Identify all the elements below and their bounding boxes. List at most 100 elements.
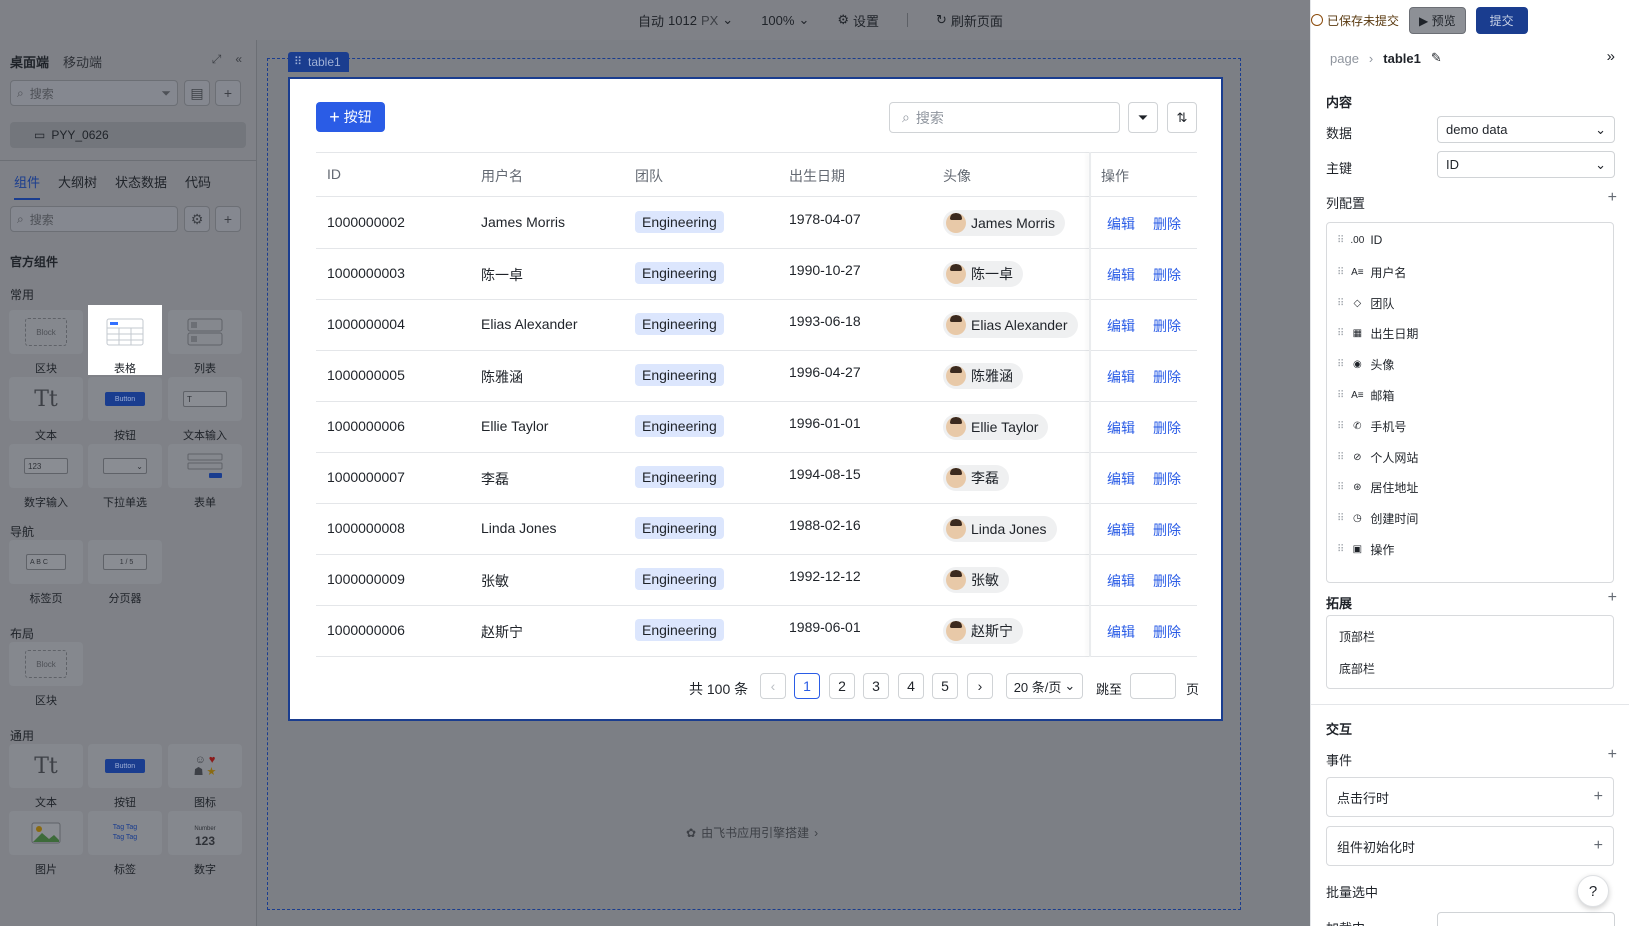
sort-button[interactable]: ⇅ <box>1167 102 1197 133</box>
column-header-username[interactable]: 用户名 <box>481 166 523 186</box>
delete-link[interactable]: 删除 <box>1153 520 1181 540</box>
component-pagination[interactable]: 1 / 5 分页器 <box>88 540 162 606</box>
table-row[interactable]: 1000000006 赵斯宁 Engineering 1989-06-01 赵斯宁 编辑删… <box>316 606 1197 657</box>
add-extension-icon[interactable]: + <box>1608 589 1617 607</box>
collapse-left-icon[interactable]: « <box>235 52 242 67</box>
table-row[interactable]: 1000000006 Ellie Taylor Engineering 1996-01… <box>316 402 1197 453</box>
component-general-button[interactable]: Button 按钮 <box>88 744 162 810</box>
column-header-id[interactable]: ID <box>327 166 341 182</box>
table-row[interactable]: 1000000005 陈雅涵 Engineering 1996-04-27 陈雅涵 编辑删… <box>316 351 1197 402</box>
loading-input[interactable] <box>1437 912 1615 926</box>
table-row[interactable]: 1000000008 Linda Jones Engineering 1988-02-… <box>316 504 1197 555</box>
drag-handle-icon[interactable]: ⠿ <box>1337 298 1344 309</box>
tab-state-data[interactable]: 状态数据 <box>115 172 167 191</box>
column-config-item[interactable]: ⠿ ▦ 出生日期 <box>1337 325 1418 342</box>
column-header-birthdate[interactable]: 出生日期 <box>789 166 845 186</box>
page-button-4[interactable]: 4 <box>898 673 924 699</box>
help-button[interactable]: ? <box>1577 875 1609 907</box>
settings-button[interactable]: ⚙ 设置 <box>837 11 879 30</box>
jump-page-input[interactable] <box>1130 673 1176 699</box>
component-button[interactable]: Button 按钮 <box>88 377 162 443</box>
refresh-page-button[interactable]: ↻ 刷新页面 <box>936 11 1003 30</box>
edit-link[interactable]: 编辑 <box>1107 520 1135 540</box>
extension-top-bar[interactable]: 顶部栏 <box>1339 628 1375 645</box>
component-form[interactable]: 表单 <box>168 444 242 510</box>
component-table[interactable]: 表格 <box>88 305 162 375</box>
prev-page-button[interactable]: ‹ <box>760 673 786 699</box>
edit-link[interactable]: 编辑 <box>1107 214 1135 234</box>
component-number[interactable]: Number 123 数字 <box>168 811 242 877</box>
delete-link[interactable]: 删除 <box>1153 571 1181 591</box>
drag-handle-icon[interactable]: ⠿ <box>1337 359 1344 370</box>
tab-outline[interactable]: 大纲树 <box>58 172 97 191</box>
tab-desktop[interactable]: 桌面端 <box>10 52 49 71</box>
delete-link[interactable]: 删除 <box>1153 469 1181 489</box>
filter-icon[interactable]: ⏷ <box>161 86 171 101</box>
column-config-item[interactable]: ⠿ ▣ 操作 <box>1337 541 1394 558</box>
column-config-item[interactable]: ⠿ A≡ 邮箱 <box>1337 387 1394 404</box>
breadcrumb-root[interactable]: page <box>1330 51 1359 66</box>
data-source-select[interactable]: demo data ⌄ <box>1437 116 1615 143</box>
submit-button[interactable]: 提交 <box>1475 6 1528 34</box>
table-row[interactable]: 1000000002 James Morris Engineering 1978-04… <box>316 198 1197 249</box>
page-button-3[interactable]: 3 <box>863 673 889 699</box>
component-text-input[interactable]: T 文本输入 <box>168 377 242 443</box>
drag-handle-icon[interactable]: ⠿ <box>1337 544 1344 555</box>
drag-handle-icon[interactable]: ⠿ <box>1337 390 1344 401</box>
column-config-item[interactable]: ⠿ A≡ 用户名 <box>1337 264 1406 281</box>
event-row-click[interactable]: 点击行时 + <box>1326 777 1614 817</box>
add-page-button[interactable]: + <box>215 80 241 106</box>
page-button-5[interactable]: 5 <box>932 673 958 699</box>
drag-handle-icon[interactable]: ⠿ <box>1337 452 1344 463</box>
extension-bottom-bar[interactable]: 底部栏 <box>1339 660 1375 677</box>
component-tag[interactable]: Tag Tag Tag Tag 标签 <box>88 811 162 877</box>
expand-icon[interactable]: ⤢ <box>212 52 222 67</box>
component-icon[interactable]: ☺ ♥ ☗ ★ 图标 <box>168 744 242 810</box>
table-row[interactable]: 1000000004 Elias Alexander Engineering 1993… <box>316 300 1197 351</box>
drag-handle-icon[interactable]: ⠿ <box>1337 235 1344 246</box>
edit-link[interactable]: 编辑 <box>1107 469 1135 489</box>
column-config-item[interactable]: ⠿ ◉ 头像 <box>1337 356 1394 373</box>
component-image[interactable]: 图片 <box>9 811 83 877</box>
add-column-icon[interactable]: + <box>1608 189 1617 207</box>
tab-components[interactable]: 组件 <box>14 172 41 200</box>
plus-icon[interactable]: + <box>1594 788 1603 806</box>
column-header-avatar[interactable]: 头像 <box>943 166 971 186</box>
tab-mobile[interactable]: 移动端 <box>63 52 102 71</box>
next-page-button[interactable]: › <box>967 673 993 699</box>
edit-link[interactable]: 编辑 <box>1107 622 1135 642</box>
edit-link[interactable]: 编辑 <box>1107 367 1135 387</box>
page-size-select[interactable]: 20 条/页 ⌄ <box>1006 673 1083 699</box>
delete-link[interactable]: 删除 <box>1153 214 1181 234</box>
edit-link[interactable]: 编辑 <box>1107 316 1135 336</box>
component-dropdown[interactable]: ⌄ 下拉单选 <box>88 444 162 510</box>
add-button[interactable]: + 按钮 <box>316 102 385 132</box>
edit-icon[interactable]: ✎ <box>1431 50 1442 66</box>
column-config-item[interactable]: ⠿ ◇ 团队 <box>1337 295 1394 312</box>
zoom-dropdown[interactable]: 100% ⌄ <box>761 12 809 28</box>
column-header-team[interactable]: 团队 <box>635 166 663 186</box>
add-component-button[interactable]: + <box>215 206 241 232</box>
page-button-2[interactable]: 2 <box>829 673 855 699</box>
column-config-item[interactable]: ⠿ ◷ 创建时间 <box>1337 510 1418 527</box>
table-row[interactable]: 1000000009 张敏 Engineering 1992-12-12 张敏 编辑 删除 <box>316 555 1197 606</box>
page-layout-button[interactable]: ▤ <box>184 80 210 106</box>
event-component-init[interactable]: 组件初始化时 + <box>1326 826 1614 866</box>
column-config-item[interactable]: ⠿ ⊘ 个人网站 <box>1337 449 1418 466</box>
drag-handle-icon[interactable]: ⠿ <box>1337 267 1344 278</box>
component-block[interactable]: Block 区块 <box>9 310 83 376</box>
preview-button[interactable]: ▶ 预览 <box>1409 6 1466 34</box>
component-text[interactable]: Tt 文本 <box>9 377 83 443</box>
editor-canvas[interactable]: table1 + 按钮 ⌕ 搜索 ⏷ ⇅ ID 用户名 团队 出生日期 头像 操… <box>258 40 1261 926</box>
component-number-input[interactable]: 123 数字输入 <box>9 444 83 510</box>
delete-link[interactable]: 删除 <box>1153 622 1181 642</box>
delete-link[interactable]: 删除 <box>1153 418 1181 438</box>
component-search-input[interactable]: ⌕ 搜索 <box>10 206 178 232</box>
drag-handle-icon[interactable]: ⠿ <box>1337 421 1344 432</box>
table-row[interactable]: 1000000007 李磊 Engineering 1994-08-15 李磊 编辑 删除 <box>316 453 1197 504</box>
filter-button[interactable]: ⏷ <box>1128 102 1158 133</box>
canvas-width-dropdown[interactable]: 自动 1012 PX ⌄ <box>638 11 733 30</box>
collapse-right-icon[interactable]: » <box>1607 48 1615 65</box>
drag-handle-icon[interactable]: ⠿ <box>1337 513 1344 524</box>
drag-handle-icon[interactable]: ⠿ <box>1337 328 1344 339</box>
